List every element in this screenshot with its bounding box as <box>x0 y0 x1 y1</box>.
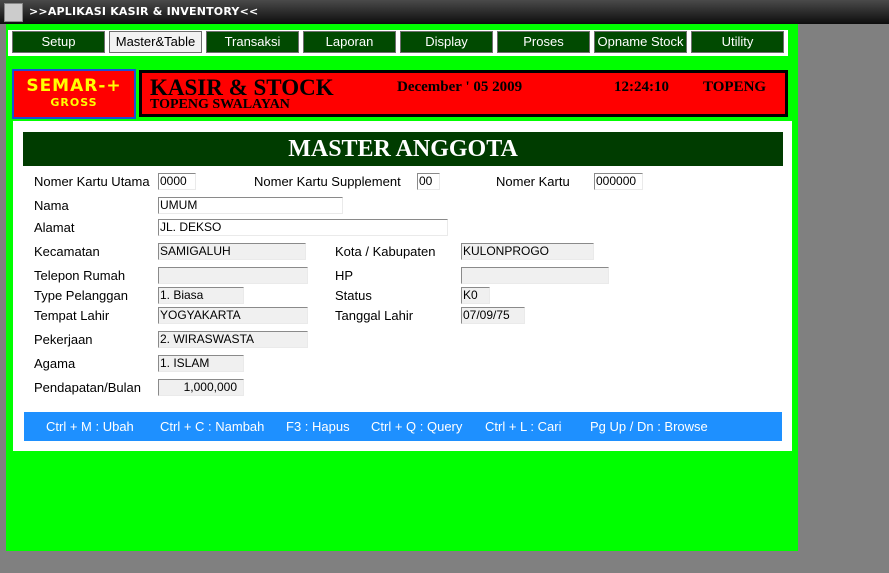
tab-opname-stock[interactable]: Opname Stock <box>594 31 687 53</box>
alamat-field[interactable]: JL. DEKSO <box>158 219 448 236</box>
form-panel <box>13 121 792 451</box>
tempat-lahir-field[interactable]: YOGYAKARTA <box>158 307 308 324</box>
label-type-pelanggan: Type Pelanggan <box>34 288 128 303</box>
label-nama: Nama <box>34 198 69 213</box>
app-icon[interactable] <box>4 3 23 22</box>
type-pelanggan-field[interactable]: 1. Biasa <box>158 287 244 304</box>
nomor-kartu-supplement-field[interactable]: 00 <box>417 173 440 190</box>
pekerjaan-field[interactable]: 2. WIRASWASTA <box>158 331 308 348</box>
banner-store: TOPENG <box>703 79 767 95</box>
agama-field[interactable]: 1. ISLAM <box>158 355 244 372</box>
logo-subtext: GROSS <box>50 96 98 109</box>
label-kota: Kota / Kabupaten <box>335 244 436 259</box>
kecamatan-field[interactable]: SAMIGALUH <box>158 243 306 260</box>
label-pendapatan: Pendapatan/Bulan <box>34 380 141 395</box>
tab-display[interactable]: Display <box>400 31 493 53</box>
label-nomor-kartu: Nomer Kartu <box>496 174 570 189</box>
info-banner: KASIR & STOCK TOPENG SWALAYAN December '… <box>139 70 788 117</box>
label-telepon: Telepon Rumah <box>34 268 126 283</box>
form-title: MASTER ANGGOTA <box>23 132 783 166</box>
pendapatan-field[interactable]: 1,000,000 <box>158 379 244 396</box>
hp-field[interactable] <box>461 267 609 284</box>
kota-field[interactable]: KULONPROGO <box>461 243 594 260</box>
label-pekerjaan: Pekerjaan <box>34 332 93 347</box>
nomor-kartu-utama-field[interactable]: 0000 <box>158 173 196 190</box>
tab-laporan[interactable]: Laporan <box>303 31 396 53</box>
label-hp: HP <box>335 268 354 283</box>
nama-field[interactable]: UMUM <box>158 197 343 214</box>
nomor-kartu-field[interactable]: 000000 <box>594 173 643 190</box>
label-nomor-kartu-utama: Nomer Kartu Utama <box>34 174 150 189</box>
tab-transaksi[interactable]: Transaksi <box>206 31 299 53</box>
hotkey-browse: Pg Up / Dn : Browse <box>590 419 708 434</box>
label-tanggal-lahir: Tanggal Lahir <box>335 308 414 323</box>
label-tempat-lahir: Tempat Lahir <box>34 308 110 323</box>
banner-subtitle: TOPENG SWALAYAN <box>150 97 290 112</box>
status-field[interactable]: K0 <box>461 287 490 304</box>
label-agama: Agama <box>34 356 76 371</box>
tab-utility[interactable]: Utility <box>691 31 784 53</box>
store-logo: SEMAR-+ GROSS <box>12 69 136 119</box>
banner-time: 12:24:10 <box>614 79 669 95</box>
hotkey-query: Ctrl + Q : Query <box>371 419 463 434</box>
window-title: >>APLIKASI KASIR & INVENTORY<< <box>29 5 259 18</box>
tab-proses[interactable]: Proses <box>497 31 590 53</box>
label-status: Status <box>335 288 372 303</box>
label-kecamatan: Kecamatan <box>34 244 100 259</box>
title-bar: >>APLIKASI KASIR & INVENTORY<< <box>0 0 889 24</box>
label-alamat: Alamat <box>34 220 75 235</box>
label-nomor-kartu-supplement: Nomer Kartu Supplement <box>254 174 401 189</box>
tab-master-table[interactable]: Master&Table <box>109 31 202 53</box>
hotkey-cari: Ctrl + L : Cari <box>485 419 562 434</box>
tanggal-lahir-field[interactable]: 07/09/75 <box>461 307 525 324</box>
telepon-field[interactable] <box>158 267 308 284</box>
hotkey-hapus: F3 : Hapus <box>286 419 350 434</box>
hotkey-ubah: Ctrl + M : Ubah <box>46 419 134 434</box>
logo-text: SEMAR-+ <box>26 76 122 96</box>
tab-setup[interactable]: Setup <box>12 31 105 53</box>
banner-date: December ' 05 2009 <box>397 79 523 95</box>
hotkey-nambah: Ctrl + C : Nambah <box>160 419 265 434</box>
